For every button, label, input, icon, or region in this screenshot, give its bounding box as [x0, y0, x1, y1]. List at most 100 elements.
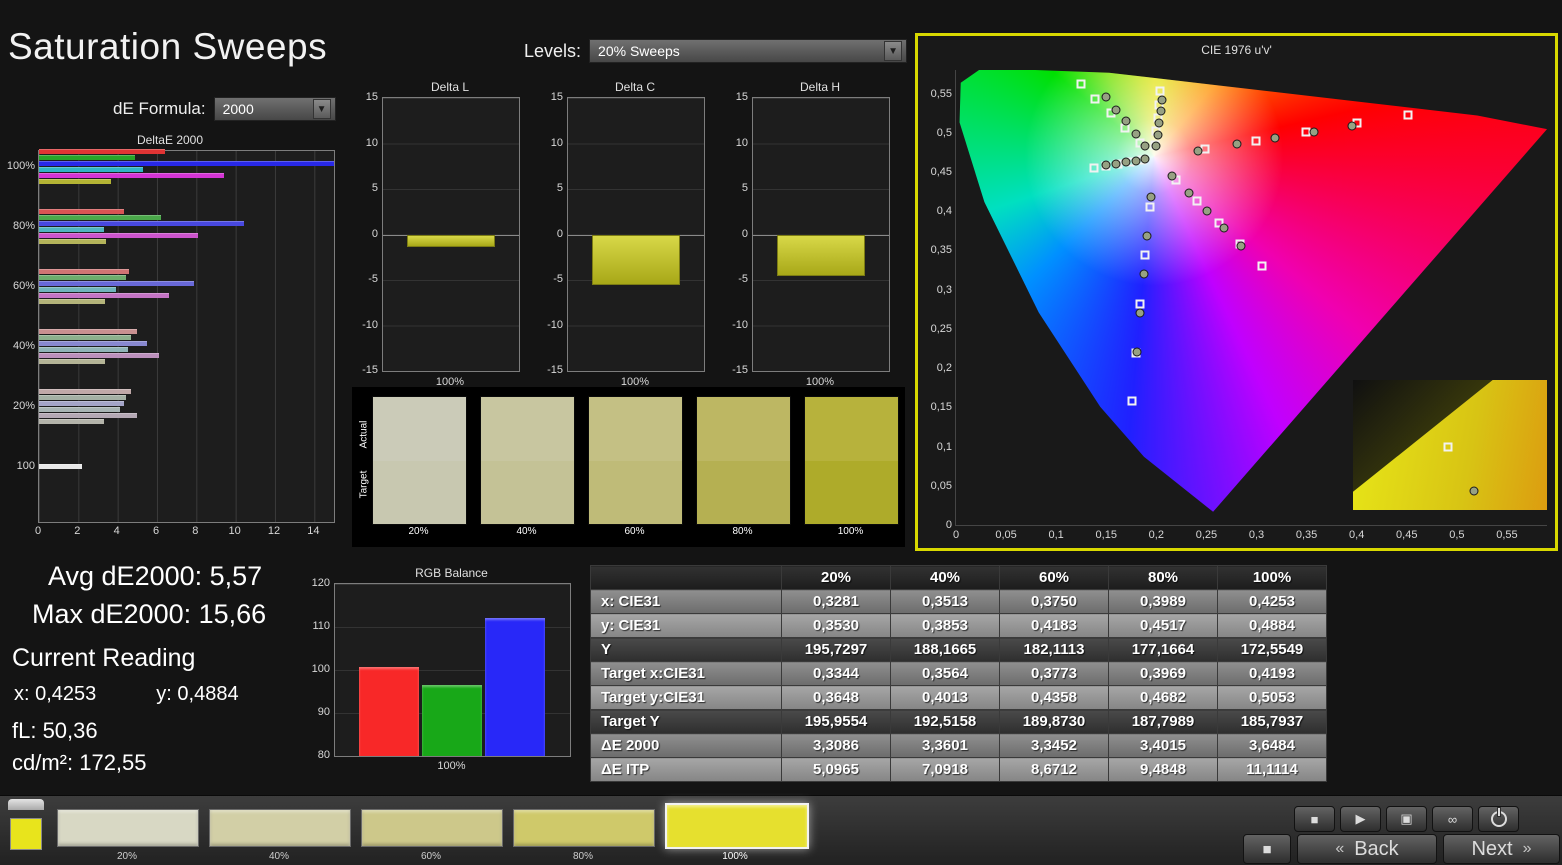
deltae-bar: [39, 178, 111, 184]
cdm2-reading: cd/m²: 172,55: [12, 750, 147, 775]
chevron-right-icon: »: [1522, 840, 1532, 857]
table-header: 20% 40% 60% 80% 100%: [590, 565, 1327, 590]
deltae-group: 100: [17, 448, 334, 484]
axis-tick-label: 120: [311, 577, 330, 589]
axis-tick-label: -5: [553, 273, 563, 285]
cie-measured-marker: [1111, 105, 1121, 115]
table-cell: 172,5549: [1217, 637, 1327, 662]
axis-tick-label: 0,3: [1248, 529, 1265, 541]
play-button[interactable]: ▶: [1340, 806, 1381, 832]
table-column-header: 80%: [1108, 565, 1218, 590]
stop-square-icon: ■: [1262, 840, 1272, 858]
table-row-label: Target Y: [590, 709, 782, 734]
deltae-bar: [39, 352, 159, 358]
table-row-label: y: CIE31: [590, 613, 782, 638]
cie-target-marker: [1090, 94, 1100, 104]
cie-measured-marker: [1309, 127, 1319, 137]
x-reading: x: 0,4253: [14, 683, 97, 705]
next-button[interactable]: Next »: [1443, 834, 1560, 864]
de-formula-label: dE Formula:: [113, 99, 206, 118]
axis-tick-label: 0: [952, 529, 960, 541]
patch-button-80%[interactable]: [513, 809, 655, 847]
table-column-header: 100%: [1217, 565, 1327, 590]
delta-chart: Delta C 15 10 5 0 -5 -10 -15 100%: [535, 80, 705, 392]
loop-button[interactable]: ∞: [1432, 806, 1473, 832]
table-cell: 0,3281: [781, 589, 891, 614]
deltae-bar: [39, 346, 128, 352]
actual-swatch: [481, 397, 574, 461]
cie-target-marker: [1127, 396, 1137, 406]
cie-measured-marker: [1121, 157, 1131, 167]
patch-button-60%[interactable]: [361, 809, 503, 847]
table-cell: 192,5158: [890, 709, 1000, 734]
cie-chart-title: CIE 1976 u'v': [1201, 43, 1272, 57]
deltae-bar: [39, 214, 161, 220]
axis-tick-label: 0,1: [936, 440, 952, 453]
table-cell: 3,3601: [890, 733, 1000, 758]
swatch-label: 60%: [624, 526, 645, 537]
xy-reading: x: 0,4253 y: 0,4884: [14, 683, 299, 706]
marker-button[interactable]: ▣: [1386, 806, 1427, 832]
deltae-bar: [39, 148, 165, 154]
cie-measured-marker: [1131, 156, 1141, 166]
table-cell: 11,1114: [1217, 757, 1327, 782]
table-cell: 3,3086: [781, 733, 891, 758]
axis-tick-label: 15: [365, 91, 378, 103]
axis-tick-label: 0,5: [1449, 529, 1465, 541]
de-formula-dropdown[interactable]: 2000 ▼: [213, 97, 336, 121]
deltae-bar: [39, 400, 124, 406]
actual-target-swatch-panel: Actual Target 20% 40% 60% 80% 100%: [352, 387, 905, 547]
table-cell: 0,3989: [1108, 589, 1218, 614]
deltae-bar: [39, 172, 224, 178]
axis-tick-label: -5: [368, 273, 378, 285]
de-formula-value: 2000: [222, 101, 254, 117]
delta-plot: [752, 97, 890, 372]
stop-square-button[interactable]: ■: [1243, 834, 1291, 864]
swatch-pair: [588, 396, 683, 525]
axis-tick-label: 10: [550, 136, 563, 149]
axis-tick-label: 0,35: [930, 244, 952, 257]
table-row: x: CIE31 0,3281 0,3513 0,3750 0,3989 0,4253: [590, 589, 1327, 614]
axis-tick-label: 0,05: [930, 479, 952, 492]
cie-measured-marker: [1202, 206, 1212, 216]
stop-icon: ■: [1310, 811, 1319, 827]
patch-button-40%[interactable]: [209, 809, 351, 847]
axis-tick-label: 0,15: [1095, 529, 1117, 541]
cie-measured-marker: [1135, 308, 1145, 318]
patch-button-20%[interactable]: [57, 809, 199, 847]
table-row: Target Y 195,9554 192,5158 189,8730 187,7989…: [590, 709, 1327, 734]
rgb-plot: [334, 583, 571, 757]
cie-measured-marker: [1153, 130, 1163, 140]
stop-button[interactable]: ■: [1294, 806, 1335, 832]
power-button[interactable]: [1478, 806, 1519, 832]
chevron-down-icon: ▼: [312, 99, 331, 119]
cie-measured-marker: [1142, 231, 1152, 241]
deltae-group: 20%: [13, 388, 334, 424]
axis-tick-label: 14: [307, 525, 320, 537]
levels-row: Levels: 20% Sweeps ▼: [524, 39, 908, 63]
axis-tick-label: 90: [317, 706, 330, 718]
axis-tick-label: 0,2: [1148, 529, 1164, 541]
table-cell: 0,4253: [1217, 589, 1327, 614]
deltae-group: 80%: [13, 208, 334, 244]
table-column-header: 40%: [890, 565, 1000, 590]
back-button[interactable]: « Back: [1297, 834, 1437, 864]
deltae-xaxis: 0 2 4 6 8 10 12 14: [35, 525, 333, 539]
current-patch-swatch: [10, 818, 42, 850]
axis-tick-label: 0,05: [995, 529, 1017, 541]
deltae-bar: [39, 220, 244, 226]
deltae-bar: [39, 358, 106, 364]
deltae-group: 60%: [13, 268, 334, 304]
deltae-bar: [39, 406, 120, 412]
delta-chart-title: Delta C: [614, 80, 655, 94]
cie-measured-marker: [1270, 133, 1280, 143]
delta-chart-title: Delta L: [430, 80, 470, 94]
axis-tick-label: 12: [267, 525, 281, 537]
deltae-bar: [39, 160, 334, 166]
cie-target-marker: [1089, 163, 1099, 173]
levels-label: Levels:: [524, 40, 582, 61]
navigation-controls: ■ « Back Next »: [1243, 834, 1560, 864]
levels-dropdown[interactable]: 20% Sweeps ▼: [589, 39, 908, 63]
patch-button-100%[interactable]: [665, 803, 809, 849]
cie-measured-marker: [1154, 118, 1164, 128]
